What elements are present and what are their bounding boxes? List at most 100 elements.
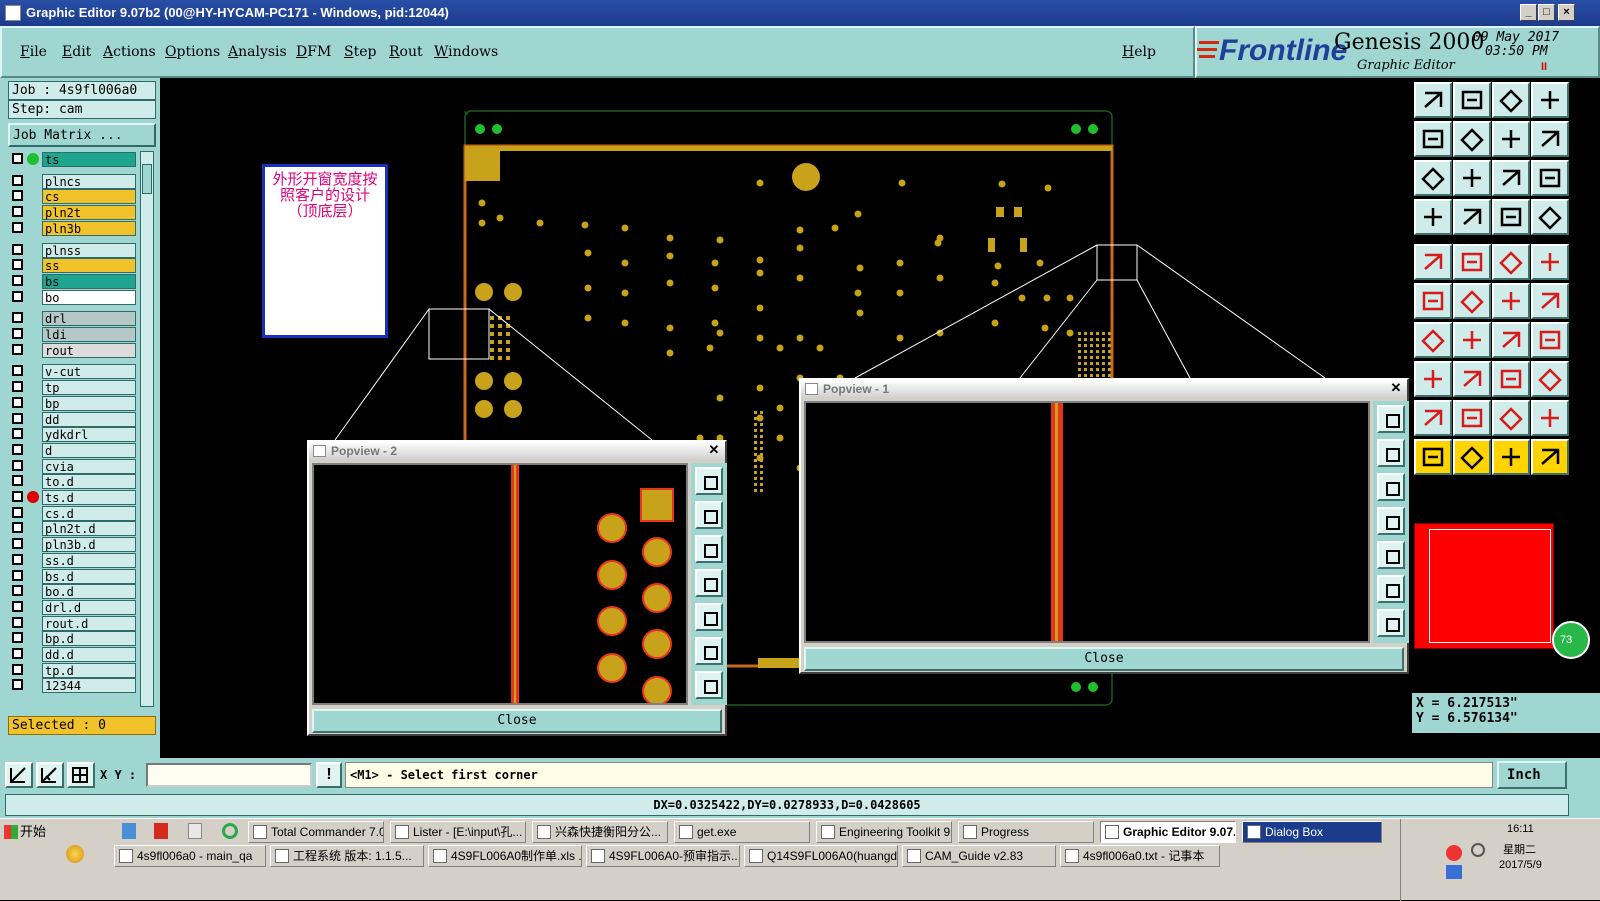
layer-checkbox[interactable] [12,312,23,324]
layer-row-ts.d[interactable]: ts.d [10,490,136,505]
popview-pan-right-button[interactable] [1377,541,1405,569]
layer-row-dd.d[interactable]: dd.d [10,647,136,662]
layer-scrollbar[interactable] [140,151,154,707]
popview-1-canvas[interactable] [804,401,1370,643]
popview-pan-left-button[interactable] [695,569,723,597]
taskbar-button[interactable]: 4S9FL006A0-预审指示... [586,845,740,867]
pause-indicator[interactable]: II [1541,61,1547,73]
tray-volume-icon[interactable] [1471,843,1485,857]
xy-input[interactable] [146,763,312,787]
layer-row-bs[interactable]: bs [10,273,136,289]
menu-help[interactable]: Help [1122,44,1156,60]
popview-1-close-button[interactable]: Close [804,647,1404,671]
scroll-tool-button[interactable] [1531,121,1569,157]
copy-tool-button[interactable] [1453,244,1491,280]
text-align-tool-button[interactable] [1531,400,1569,436]
layer-row-pln2t.d[interactable]: pln2t.d [10,521,136,537]
menu-rout[interactable]: Rout [389,44,423,60]
menu-edit[interactable]: Edit [62,44,91,60]
measure-tool-button[interactable] [1414,199,1452,235]
popview-zoom-out-button[interactable] [1377,609,1405,637]
popview-zoom-home-button[interactable] [695,467,723,495]
layer-checkbox[interactable] [12,206,23,218]
layer-row-rout[interactable]: rout [10,342,136,358]
layer-checkbox[interactable] [12,459,23,471]
fit-all-tool-button[interactable] [1414,160,1452,196]
layer-checkbox[interactable] [12,290,23,302]
notification-badge[interactable]: 73 [1552,621,1590,659]
layer-row-ts[interactable]: ts [10,152,136,167]
measure-mode-button[interactable] [36,762,64,788]
taskbar-button[interactable]: Q14S9FL006A0(huangdr... [744,845,898,867]
grid-tool-button[interactable] [1453,199,1491,235]
layer-checkbox[interactable] [12,343,23,355]
layer-row-bo[interactable]: bo [10,289,136,305]
edit-text-tool-button[interactable] [1453,400,1491,436]
layer-checkbox[interactable] [12,259,23,271]
scrollbar-thumb[interactable] [142,164,152,194]
layer-checkbox[interactable] [12,585,23,597]
layer-checkbox[interactable] [12,428,23,440]
scale-tool-button[interactable] [1492,160,1530,196]
layer-row-ydkdrl[interactable]: ydkdrl [10,427,136,443]
layer-row-bo.d[interactable]: bo.d [10,584,136,600]
popview-pan-down-button[interactable] [1377,473,1405,501]
select-net-tool-button[interactable] [1453,439,1491,475]
pad-tool-button[interactable] [1531,244,1569,280]
taskbar-button[interactable]: 4S9FL006A0制作单.xls ... [428,845,582,867]
draw-line-tool-button[interactable] [1414,322,1452,358]
pan-left-tool-button[interactable] [1414,121,1452,157]
layer-row-ldi[interactable]: ldi [10,327,136,342]
layer-row-v-cut[interactable]: v-cut [10,364,136,380]
popview-2-canvas[interactable] [312,463,688,706]
layer-checkbox[interactable] [12,190,23,202]
mirror-tool-button[interactable] [1531,322,1569,358]
layer-row-bp.d[interactable]: bp.d [10,631,136,647]
layer-checkbox[interactable] [12,600,23,612]
layer-row-cs.d[interactable]: cs.d [10,505,136,521]
minimize-button[interactable]: _ [1520,4,1537,21]
open-layer-tool-button[interactable] [1414,82,1452,118]
rotate-tool-button[interactable] [1492,322,1530,358]
fill-tool-button[interactable] [1414,244,1452,280]
layer-checkbox[interactable] [12,616,23,628]
layer-row-drl[interactable]: drl [10,311,136,327]
layer-checkbox[interactable] [12,328,23,339]
layer-checkbox[interactable] [12,396,23,408]
layer-checkbox[interactable] [12,443,23,455]
home-view-tool-button[interactable] [1492,82,1530,118]
layer-row-plncs[interactable]: plncs [10,173,136,189]
layer-row-to.d[interactable]: to.d [10,474,136,490]
add-via-tool-button[interactable] [1414,361,1452,397]
unit-selector[interactable]: Inch [1497,761,1567,789]
select-move-tool-button[interactable] [1531,439,1569,475]
layer-row-plnss[interactable]: plnss [10,242,136,258]
layer-checkbox[interactable] [12,153,23,164]
pan-right-tool-button[interactable] [1453,121,1491,157]
add-point-tool-button[interactable] [1531,283,1569,319]
menu-analysis[interactable]: Analysis [228,44,287,60]
menu-dfm[interactable]: DFM [296,44,331,60]
popview-zoom-home-button[interactable] [1377,405,1405,433]
maximize-button[interactable]: □ [1538,4,1555,21]
layer-checkbox[interactable] [12,274,23,286]
draw-arc-tool-button[interactable] [1453,322,1491,358]
route-tool-button[interactable] [1531,199,1569,235]
popview-1-titlebar[interactable]: Popview - 1 ✕ [801,380,1407,398]
menu-file[interactable]: File [20,44,47,60]
layer-checkbox[interactable] [12,381,23,393]
close-button[interactable]: × [1558,4,1575,21]
layer-row-tp.d[interactable]: tp.d [10,662,136,678]
popview-zoom-out-button[interactable] [695,671,723,699]
layer-checkbox[interactable] [12,243,23,255]
menu-windows[interactable]: Windows [434,44,498,60]
info-button[interactable]: ! [316,762,342,788]
layer-checkbox[interactable] [12,569,23,581]
layer-row-pln3b[interactable]: pln3b [10,220,136,236]
popview-2-close-button[interactable]: Close [312,709,722,733]
tray-antivirus-icon[interactable] [1446,845,1462,861]
layer-checkbox[interactable] [12,663,23,675]
net-highlight-tool-button[interactable] [1492,199,1530,235]
select-tool-button[interactable] [1414,439,1452,475]
popview-pan-up-button[interactable] [695,501,723,529]
